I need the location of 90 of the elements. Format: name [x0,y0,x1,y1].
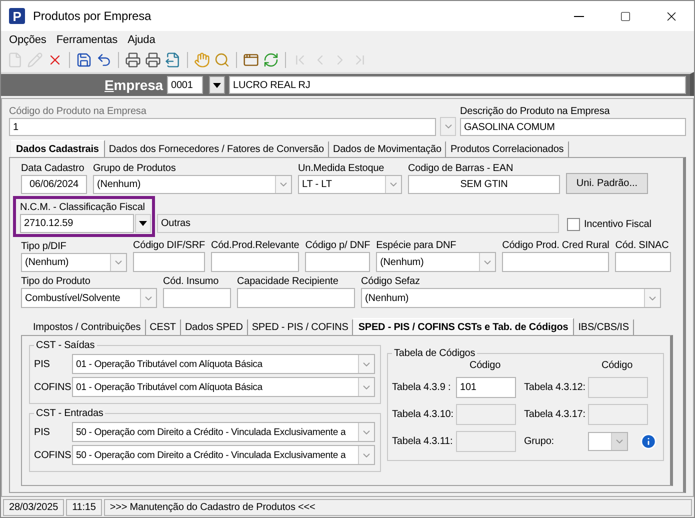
checkbox[interactable] [567,218,580,231]
field-label: COFINS [34,450,72,460]
field-label: Código do Produto na Empresa [9,105,148,118]
field-label: Tabela 4.3.11: [392,435,454,448]
printer-icon[interactable] [145,52,161,68]
field-label: N.C.M. - Classificação Fiscal [20,201,146,214]
dropdown-field[interactable]: 50 - Operação com Direito a Crédito - Vinculada Exclusivamente a [72,445,375,465]
input-field[interactable]: 06/06/2024 [21,175,87,194]
input-field[interactable]: GASOLINA COMUM [460,118,686,136]
tab[interactable]: Dados Cadastrais [11,140,105,157]
field-label: Tipo do Produto [21,275,92,288]
field-label: Espécie para DNF [376,239,458,252]
dropdown-field[interactable]: (Nenhum) [361,288,661,308]
input-field[interactable]: SEM GTIN [408,175,560,194]
dropdown-field[interactable] [588,432,628,451]
column-header: Código [600,360,634,371]
menu-item[interactable]: Ajuda [126,34,158,46]
default-unit-button[interactable]: Uni. Padrão... [566,173,648,194]
field-label: Tipo p/DIF [21,240,68,253]
field-label: Descrição do Produto na Empresa [460,105,611,118]
status-text: >>> Manutenção do Cadastro de Produtos <<< [104,498,692,516]
field-label: Cód.Prod.Relevante [210,239,300,252]
field-label: Grupo de Produtos [93,162,177,175]
group-title: CST - Entradas [35,408,104,419]
field-label: Data Cadastro [21,162,86,175]
dropdown-button[interactable] [209,76,225,94]
column-header: Código [468,360,502,371]
caret-down-icon [213,82,221,88]
input-field[interactable]: 2710.12.59 [20,214,134,233]
input-field[interactable] [163,288,231,308]
input-field[interactable] [305,252,370,272]
info-icon[interactable] [640,433,657,450]
input-field[interactable] [502,252,610,272]
input-field[interactable]: 0001 [167,76,203,94]
field-label: Tabela 4.3.17: [524,408,586,421]
save-icon[interactable] [76,52,92,68]
input-field[interactable]: 101 [456,377,516,398]
export-icon[interactable] [165,52,181,68]
dropdown-field[interactable]: 01 - Operação Tributável com Alíquota Básica [72,377,375,397]
field-label: Grupo: [524,435,555,448]
field-label: PIS [34,426,51,438]
status-text: 11:15 [66,498,102,516]
dropdown-field[interactable]: 50 - Operação com Direito a Crédito - Vinculada Exclusivamente a [72,422,375,442]
field-label: Código DIF/SRF [133,239,205,252]
window-icon[interactable] [243,52,259,68]
tab[interactable]: SPED - PIS / COFINS CSTs e Tab. de Códigos [353,318,574,335]
dropdown-button[interactable] [135,214,151,233]
field-label: Capacidade Recipiente [237,275,340,288]
field-label: Codigo de Barras - EAN [408,162,514,175]
maximize-icon [620,10,630,22]
group-title: Tabela de Códigos [393,348,476,359]
field-label: Un.Medida Estoque [298,162,386,175]
field-label: Código p/ DNF [305,239,370,252]
field-label: PIS [34,358,51,370]
group-title: CST - Saídas [35,340,96,351]
dropdown-field[interactable]: (Nenhum) [376,252,496,272]
field-label: Código Sefaz [361,275,421,288]
input-field[interactable] [133,252,205,272]
printer-icon[interactable] [125,52,141,68]
window-title: Produtos por Empresa [33,9,152,23]
menu-item[interactable]: Ferramentas [54,34,120,46]
search-icon[interactable] [214,52,230,68]
input-field[interactable] [615,252,672,272]
menu-item[interactable]: Opções [7,34,48,46]
input-field[interactable]: LUCRO REAL RJ [229,76,686,94]
field-label: Cód. SINAC [615,239,670,252]
input-field[interactable]: 1 [9,118,436,136]
checkbox-label: Incentivo Fiscal [584,218,652,231]
field-label: Tabela 4.3.12: [524,381,586,394]
dropdown-field[interactable]: LT - LT [298,175,402,194]
company-label: Empresa [104,77,164,93]
description-field: Outras [157,214,559,233]
refresh-icon[interactable] [263,52,279,68]
app-logo: P [9,8,25,24]
hand-icon[interactable] [194,52,210,68]
field-label: Tabela 4.3.9 : [392,381,452,394]
caret-down-icon [139,221,147,226]
field-label: Código Prod. Cred Rural [502,239,610,252]
input-field[interactable] [210,252,300,272]
dropdown-field[interactable]: Combustível/Solvente [21,288,157,308]
dropdown-field[interactable]: (Nenhum) [93,175,292,194]
tab[interactable]: CEST [146,319,181,335]
field-label: COFINS [34,382,72,392]
field-label: Tabela 4.3.10: [392,408,454,421]
field-label: Cód. Insumo [163,275,220,288]
undo-icon[interactable] [96,52,112,68]
status-text: 28/03/2025 [3,498,64,516]
dropdown-field[interactable]: 01 - Operação Tributável com Alíquota Básica [72,354,375,374]
dropdown-field[interactable]: (Nenhum) [21,253,127,272]
input-field[interactable] [237,288,355,308]
